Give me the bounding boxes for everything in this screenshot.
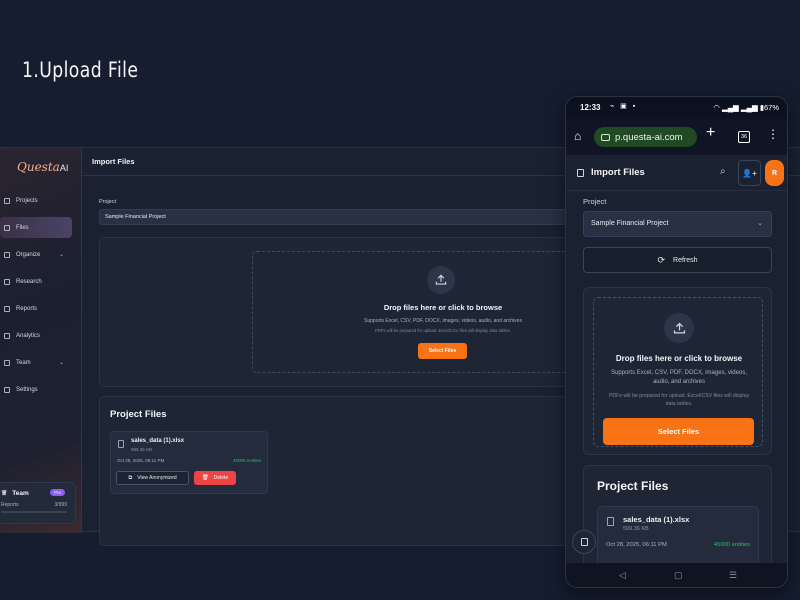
sidebar-item-organize[interactable]: Organize ⌄: [0, 244, 82, 265]
upload-icon: [664, 313, 694, 343]
file-dropzone[interactable]: Drop files here or click to browse Suppo…: [593, 297, 763, 447]
chevron-down-icon: ⌄: [58, 252, 64, 258]
more-menu-icon[interactable]: ⋮: [767, 128, 779, 140]
chevron-down-icon: ⌄: [757, 220, 763, 227]
android-nav-bar: ◁ ▢ ☰: [566, 563, 787, 587]
home-icon[interactable]: ⌂: [574, 129, 581, 143]
file-entities: 45000 entities: [232, 458, 261, 463]
file-item[interactable]: sales_data (1).xlsx 599.36 KB Oct 28, 20…: [597, 506, 759, 566]
team-plan-box[interactable]: ♕ Team Pro Reports 3/999: [0, 482, 76, 524]
organize-icon: [4, 251, 10, 258]
upload-card: Drop files here or click to browse Suppo…: [583, 287, 772, 455]
sidebar-item-files[interactable]: Files: [0, 217, 72, 238]
sidebar-item-reports[interactable]: Reports: [0, 298, 82, 319]
refresh-button[interactable]: ⟳ Refresh: [583, 247, 772, 273]
project-files-card: Project Files sales_data (1).xlsx 599.36…: [583, 465, 772, 575]
status-bar: 12:33 ⌁ ▣ ▪ ◠ ▂▄▆ ▂▄▆ ▮67%: [566, 97, 787, 119]
sidebar-item-projects[interactable]: Projects: [0, 190, 82, 211]
sidebar-nav: Projects Files Organize ⌄ Research Report…: [0, 190, 82, 406]
reports-count: 3/999: [54, 502, 67, 508]
reports-label: Reports: [1, 502, 19, 508]
team-icon: [4, 359, 10, 366]
file-size: 599.36 KB: [623, 526, 649, 532]
analytics-icon: [4, 332, 10, 339]
sidebar-icon: [580, 538, 588, 546]
dropzone-note: PDFs will be prepared for upload. Excel/…: [608, 393, 750, 407]
team-label: Team: [12, 489, 29, 497]
search-icon[interactable]: ⌕: [720, 166, 726, 177]
file-size: 599.36 KB: [131, 447, 153, 452]
project-label: Project: [583, 197, 607, 206]
sidebar-item-team[interactable]: Team ⌄: [0, 352, 82, 373]
app-header: Import Files ⌕ 👤+ R: [566, 155, 787, 191]
project-files-title: Project Files: [597, 479, 669, 493]
select-files-button[interactable]: Select Files: [418, 343, 467, 359]
chevron-down-icon: ⌄: [58, 360, 64, 366]
file-date: Oct 28, 2025, 06:11 PM: [606, 542, 667, 548]
address-bar[interactable]: p.questa-ai.com: [594, 127, 697, 147]
new-tab-icon[interactable]: +: [706, 124, 715, 142]
research-icon: [4, 278, 10, 285]
view-anonymized-button[interactable]: ⧉ View Anonymized: [116, 471, 189, 485]
delete-button[interactable]: 🗑 Delete: [194, 471, 236, 485]
file-item[interactable]: sales_data (1).xlsx 599.36 KB Oct 28, 20…: [110, 431, 268, 494]
notification-icons: ⌁ ▣ ▪: [610, 103, 638, 110]
file-name: sales_data (1).xlsx: [131, 438, 185, 444]
page-title: Import Files: [92, 157, 135, 166]
upload-icon: [427, 266, 455, 294]
file-icon: [118, 440, 124, 448]
trash-icon: 🗑: [201, 475, 209, 481]
phone-mockup: 12:33 ⌁ ▣ ▪ ◠ ▂▄▆ ▂▄▆ ▮67% ⌂ p.questa-ai…: [565, 96, 788, 588]
refresh-icon: ⟳: [657, 254, 666, 265]
reports-usage-bar: [1, 511, 67, 513]
project-files-title: Project Files: [110, 409, 167, 420]
report-icon: [4, 305, 10, 312]
folder-icon: [4, 197, 10, 204]
page-title: Import Files: [591, 167, 645, 178]
add-user-button[interactable]: 👤+: [738, 160, 761, 186]
file-entities: 45000 entities: [713, 542, 750, 548]
avatar[interactable]: R: [765, 160, 784, 186]
mobile-main-content: Project Sample Financial Project ⌄ ⟳ Refre…: [566, 191, 787, 575]
dropzone-title: Drop files here or click to browse: [615, 354, 743, 363]
status-right: ◠ ▂▄▆ ▂▄▆ ▮67%: [713, 103, 779, 112]
pro-badge: Pro: [49, 489, 65, 496]
sidebar-item-research[interactable]: Research: [0, 271, 82, 292]
app-logo[interactable]: QuestaAI: [17, 160, 68, 174]
tab-switcher-button[interactable]: 36: [738, 131, 750, 143]
browser-toolbar: ⌂ p.questa-ai.com + 36 ⋮: [566, 119, 787, 155]
sidebar-item-settings[interactable]: Settings: [0, 379, 82, 400]
gear-icon: [4, 386, 10, 393]
site-settings-icon[interactable]: [601, 133, 610, 141]
project-select[interactable]: Sample Financial Project ⌄: [583, 211, 772, 237]
file-date: Oct 28, 2025, 06:11 PM: [117, 458, 165, 463]
sidebar-item-analytics[interactable]: Analytics: [0, 325, 82, 346]
sidebar-float-button[interactable]: [572, 530, 596, 554]
external-link-icon: ⧉: [128, 474, 133, 481]
project-label: Project: [99, 199, 117, 205]
file-icon: [4, 224, 10, 231]
file-name: sales_data (1).xlsx: [623, 515, 690, 524]
dropzone-subtitle: Supports Excel, CSV, PDF, DOCX, images, …: [611, 370, 747, 385]
step-title: 1.Upload File: [22, 58, 139, 82]
status-time: 12:33: [580, 103, 601, 112]
back-icon[interactable]: ◁: [619, 570, 626, 581]
sidebar-toggle-icon[interactable]: [577, 169, 584, 177]
recents-icon[interactable]: ☰: [729, 570, 737, 581]
home-button-icon[interactable]: ▢: [674, 570, 683, 581]
file-icon: [607, 517, 614, 526]
select-files-button[interactable]: Select Files: [603, 418, 754, 445]
sidebar: QuestaAI Projects Files Organize ⌄ Resear…: [0, 148, 82, 533]
crown-icon: ♕: [1, 490, 8, 497]
